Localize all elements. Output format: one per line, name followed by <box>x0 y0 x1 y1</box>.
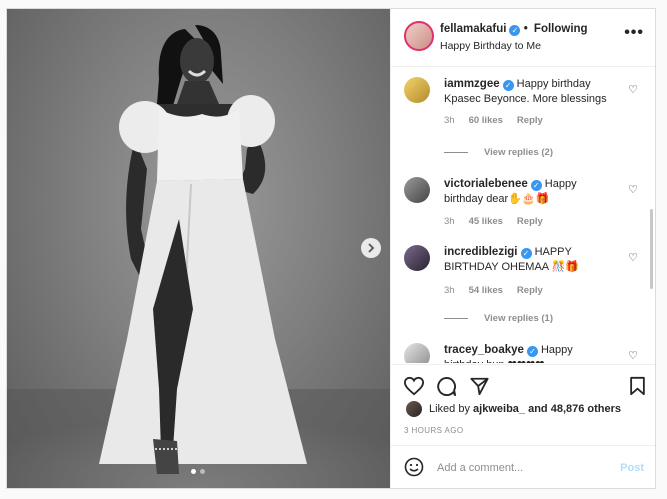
bookmark-icon[interactable] <box>629 376 646 396</box>
post-timestamp[interactable]: 3 HOURS AGO <box>404 426 464 435</box>
emoji-icon[interactable] <box>404 457 424 477</box>
commenter-username[interactable]: incrediblezigi <box>444 246 518 258</box>
comment-like-heart-icon[interactable]: ♡ <box>628 83 638 96</box>
post-comment-button[interactable]: Post <box>620 462 644 474</box>
heart-icon[interactable] <box>403 376 425 396</box>
commenter-avatar[interactable] <box>404 343 430 363</box>
comment-meta: 3h 54 likes Reply <box>444 285 543 296</box>
likes-summary: Liked by ajkweiba_ and 48,876 others <box>406 401 621 417</box>
commenter-avatar[interactable] <box>404 77 430 103</box>
more-icon: ••• <box>624 24 644 41</box>
likes-count[interactable]: and 48,876 others <box>528 403 621 415</box>
more-options-button[interactable]: ••• <box>624 24 644 42</box>
comment-time: 3h <box>444 216 455 227</box>
following-button[interactable]: Following <box>534 23 588 35</box>
reply-button[interactable]: Reply <box>517 216 543 227</box>
liker-username[interactable]: ajkweiba_ <box>473 403 525 415</box>
comments-list[interactable]: iammzgee ✓ Happy birthday Kpasec Beyonce.… <box>391 67 655 363</box>
commenter-avatar[interactable] <box>404 177 430 203</box>
comment-likes[interactable]: 60 likes <box>469 115 503 126</box>
commenter-username[interactable]: iammzgee <box>444 78 500 90</box>
post-side-panel: fellamakafui ✓ • Following Happy Birthday… <box>390 9 655 488</box>
reply-button[interactable]: Reply <box>517 115 543 126</box>
commenter-username[interactable]: victorialebenee <box>444 178 528 190</box>
comment-like-heart-icon[interactable]: ♡ <box>628 251 638 264</box>
post-actions: Liked by ajkweiba_ and 48,876 others 3 H… <box>391 364 655 455</box>
author-avatar[interactable] <box>404 21 434 51</box>
comment-time: 3h <box>444 285 455 296</box>
add-comment-bar: Add a comment... Post <box>391 445 655 488</box>
comments-scrollbar[interactable] <box>650 209 653 289</box>
comment-meta: 3h 45 likes Reply <box>444 216 543 227</box>
photo-illustration <box>7 25 390 488</box>
likes-prefix: Liked by <box>429 403 470 415</box>
carousel-dot <box>200 469 205 474</box>
author-username[interactable]: fellamakafui <box>440 23 506 35</box>
view-replies-button[interactable]: View replies (2) <box>444 147 553 158</box>
comment-time: 3h <box>444 115 455 126</box>
carousel-dot-active <box>191 469 196 474</box>
comment-like-heart-icon[interactable]: ♡ <box>628 349 638 362</box>
verified-badge-icon: ✓ <box>520 248 532 259</box>
liker-avatar[interactable] <box>406 401 422 417</box>
commenter-avatar[interactable] <box>404 245 430 271</box>
comment-like-heart-icon[interactable]: ♡ <box>628 183 638 196</box>
next-arrow-icon <box>368 243 375 253</box>
comment-icon[interactable] <box>436 376 457 397</box>
reply-button[interactable]: Reply <box>517 285 543 296</box>
comment-likes[interactable]: 54 likes <box>469 285 503 296</box>
verified-badge-icon: ✓ <box>502 80 514 91</box>
post-header: fellamakafui ✓ • Following Happy Birthday… <box>391 9 655 67</box>
comment-meta: 3h 60 likes Reply <box>444 115 543 126</box>
comment-likes[interactable]: 45 likes <box>469 216 503 227</box>
comment-input[interactable]: Add a comment... <box>437 462 523 474</box>
view-replies-button[interactable]: View replies (1) <box>444 313 553 324</box>
post-dialog: fellamakafui ✓ • Following Happy Birthday… <box>6 8 656 489</box>
verified-badge-icon: ✓ <box>526 346 538 357</box>
post-photo[interactable] <box>7 9 390 488</box>
commenter-username[interactable]: tracey_boakye <box>444 344 524 356</box>
verified-badge-icon: ✓ <box>509 25 521 36</box>
verified-badge-icon: ✓ <box>530 180 542 191</box>
post-caption: Happy Birthday to Me <box>440 40 541 52</box>
carousel-indicator <box>191 469 205 474</box>
share-icon[interactable] <box>469 376 490 396</box>
next-photo-button[interactable] <box>361 238 381 258</box>
